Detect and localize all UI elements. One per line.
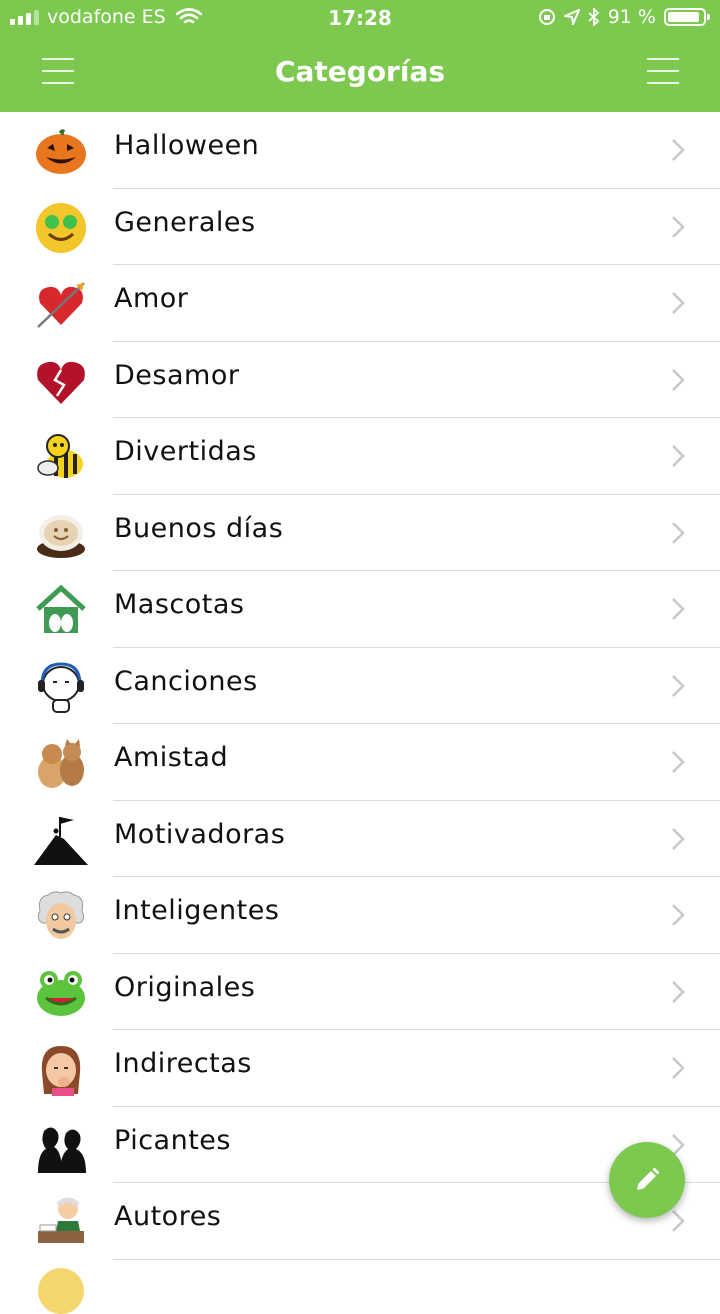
- chevron-right-icon: [670, 901, 686, 929]
- list-item[interactable]: Motivadoras: [0, 801, 720, 877]
- couple-kiss-icon: [34, 1119, 88, 1173]
- battery-percent: 91 %: [607, 6, 656, 28]
- heart-arrow-icon: [34, 277, 88, 331]
- list-item-label: Amistad: [114, 742, 229, 773]
- pet-house-icon: [34, 583, 88, 637]
- list-item[interactable]: Desamor: [0, 342, 720, 418]
- orientation-lock-icon: [538, 9, 555, 25]
- list-item-label: Motivadoras: [114, 818, 286, 850]
- menu-icon[interactable]: [647, 58, 679, 84]
- list-item[interactable]: Generales: [0, 189, 720, 265]
- chevron-right-icon: [670, 442, 686, 470]
- list-item-label: Buenos días: [114, 512, 284, 544]
- bee-icon: [34, 430, 88, 484]
- chevron-right-icon: [670, 748, 686, 776]
- top-bar: vodafone ES 17:28 91 % Categorías: [0, 0, 720, 112]
- list-item[interactable]: Inteligentes: [0, 877, 720, 954]
- list-item[interactable]: Originales: [0, 954, 720, 1030]
- battery-icon: [664, 8, 710, 26]
- status-bar: vodafone ES 17:28 91 %: [0, 0, 720, 38]
- category-list: Halloween Generales Amor Desamor Divertidas B…: [0, 112, 720, 1260]
- list-item-label: Inteligentes: [114, 895, 280, 926]
- chevron-right-icon: [670, 1054, 686, 1082]
- list-item[interactable]: Indirectas: [0, 1030, 720, 1107]
- chevron-right-icon: [670, 289, 686, 317]
- chevron-right-icon: [670, 1207, 686, 1235]
- list-item-label: Generales: [114, 206, 256, 238]
- chevron-right-icon: [670, 672, 686, 700]
- list-item[interactable]: Buenos días: [0, 495, 720, 571]
- pumpkin-icon: [34, 124, 88, 178]
- chevron-right-icon: [670, 213, 686, 241]
- pencil-icon: [637, 1167, 660, 1190]
- chevron-right-icon: [670, 595, 686, 623]
- list-item-label: Originales: [114, 971, 256, 1003]
- list-item[interactable]: Canciones: [0, 648, 720, 724]
- list-item[interactable]: Divertidas: [0, 418, 720, 495]
- list-item-label: Halloween: [114, 130, 260, 161]
- smiley-whatsapp-icon: [34, 201, 88, 255]
- writer-icon: [34, 1195, 88, 1249]
- location-icon: [563, 9, 580, 25]
- dog-cat-icon: [34, 736, 88, 790]
- list-item-label: Amor: [114, 283, 189, 314]
- list-item-label: Divertidas: [114, 436, 257, 467]
- chevron-right-icon: [670, 519, 686, 547]
- chevron-right-icon: [670, 825, 686, 853]
- headphones-character-icon: [34, 660, 88, 714]
- list-item-label: Canciones: [114, 665, 258, 697]
- navigation-bar: Categorías: [0, 38, 720, 112]
- broken-heart-icon: [34, 354, 88, 408]
- partial-list-icon: [38, 1268, 84, 1314]
- mountain-flag-icon: [34, 813, 88, 867]
- list-item-label: Autores: [114, 1201, 222, 1232]
- chevron-right-icon: [670, 978, 686, 1006]
- divider: [113, 1258, 720, 1260]
- list-item[interactable]: Mascotas: [0, 571, 720, 648]
- chevron-right-icon: [670, 136, 686, 164]
- list-item[interactable]: Halloween: [0, 112, 720, 189]
- frog-icon: [34, 966, 88, 1020]
- list-item[interactable]: Amistad: [0, 724, 720, 801]
- list-item-label: Indirectas: [114, 1048, 252, 1079]
- list-item-label: Picantes: [114, 1124, 231, 1156]
- bluetooth-icon: [588, 8, 600, 26]
- list-item-label: Mascotas: [114, 589, 245, 620]
- page-title: Categorías: [274, 55, 446, 88]
- list-item-label: Desamor: [114, 359, 240, 391]
- einstein-icon: [34, 889, 88, 943]
- coffee-cup-icon: [34, 507, 88, 561]
- chevron-right-icon: [670, 366, 686, 394]
- woman-thinking-icon: [34, 1042, 88, 1096]
- list-item[interactable]: Amor: [0, 265, 720, 342]
- compose-button[interactable]: [609, 1142, 685, 1218]
